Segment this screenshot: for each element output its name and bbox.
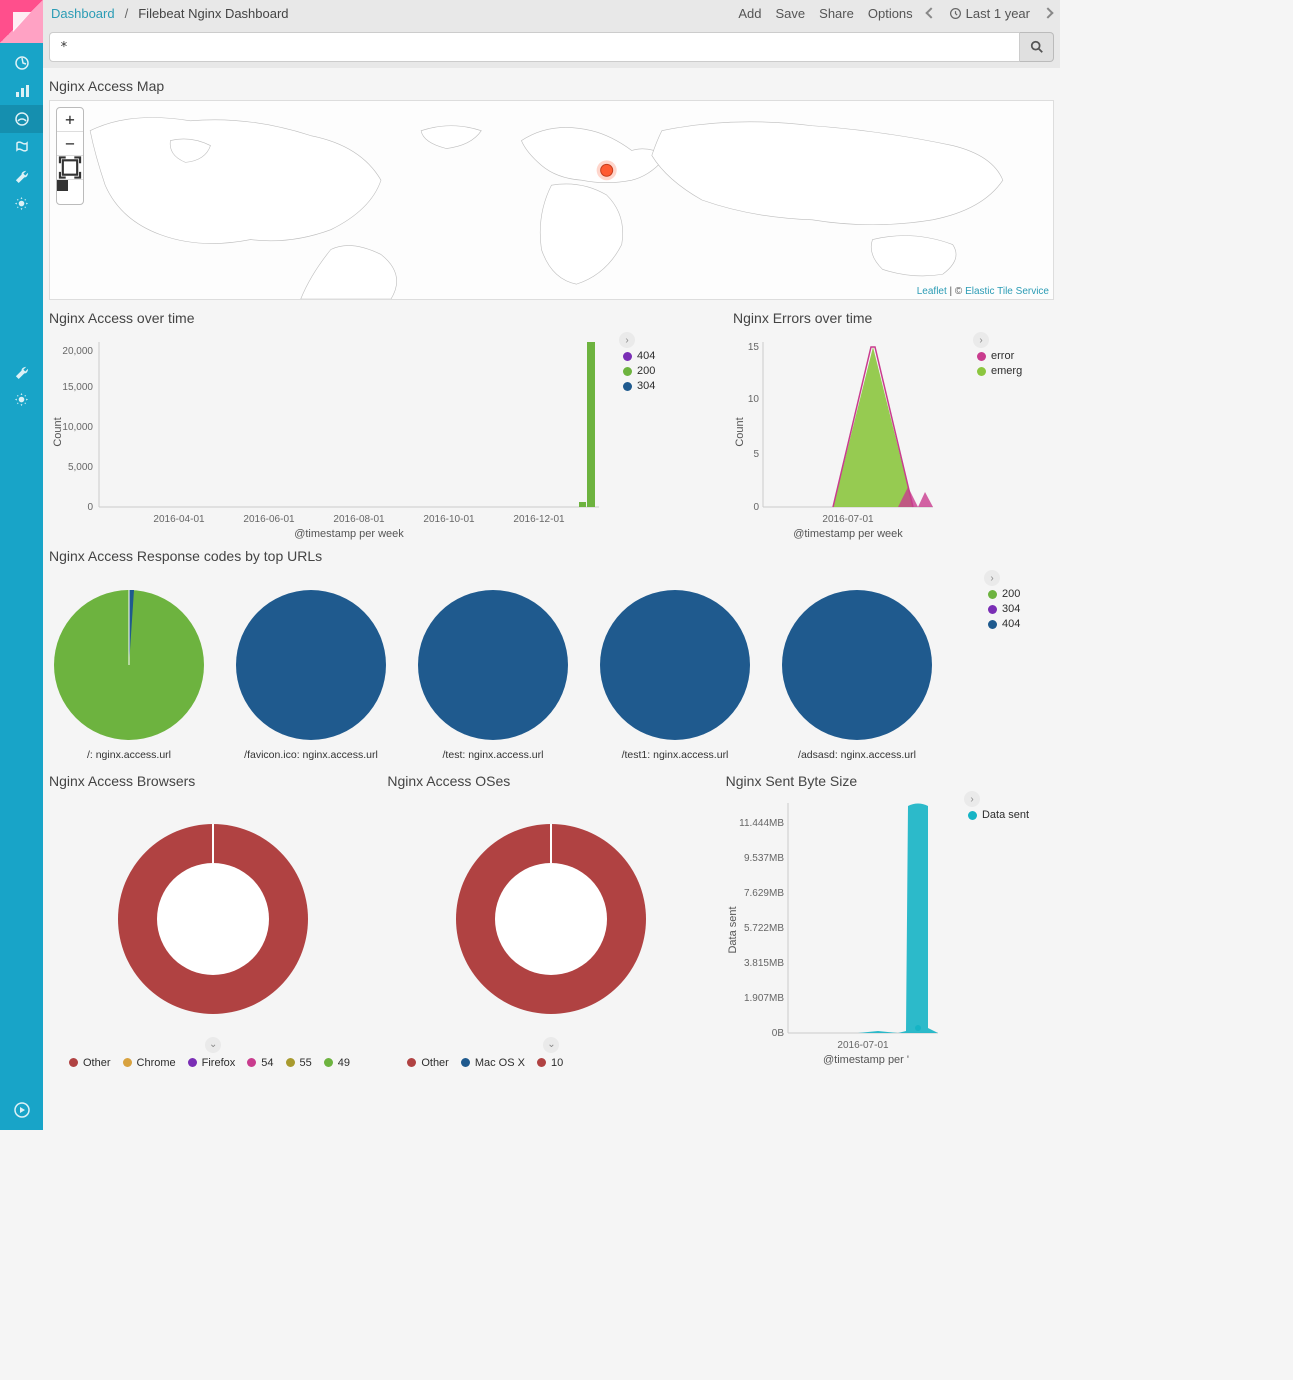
breadcrumb-sep: / xyxy=(125,6,129,21)
svg-text:2016-12-01: 2016-12-01 xyxy=(513,514,565,525)
search-button[interactable] xyxy=(1020,32,1054,62)
svg-text:3.815MB: 3.815MB xyxy=(744,958,784,969)
map-rect[interactable] xyxy=(57,180,83,204)
main-area: Dashboard / Filebeat Nginx Dashboard Add… xyxy=(43,0,1060,1130)
svg-text:1.907MB: 1.907MB xyxy=(744,993,784,1004)
svg-text:2016-06-01: 2016-06-01 xyxy=(243,514,295,525)
svg-text:2016-07-01: 2016-07-01 xyxy=(837,1040,889,1051)
kibana-logo[interactable] xyxy=(0,0,43,43)
access-legend: 404 200 304 xyxy=(619,348,689,392)
map-panel[interactable]: + − Leaflet | © Elastic Tile Service xyxy=(49,100,1054,300)
settings-icon[interactable] xyxy=(0,385,43,413)
svg-text:Count: Count xyxy=(734,417,746,446)
svg-text:15: 15 xyxy=(748,342,760,353)
time-prev-icon[interactable] xyxy=(925,7,936,18)
pie-root[interactable] xyxy=(52,588,207,743)
svg-text:2016-08-01: 2016-08-01 xyxy=(333,514,385,525)
breadcrumb-root[interactable]: Dashboard xyxy=(51,6,115,21)
clock-icon xyxy=(949,7,962,20)
legend-toggle[interactable]: › xyxy=(984,570,1000,586)
tools-icon[interactable] xyxy=(0,357,43,385)
pie-test[interactable] xyxy=(416,588,571,743)
svg-text:15,000: 15,000 xyxy=(62,382,93,393)
legend-toggle[interactable]: ⌄ xyxy=(205,1037,221,1053)
xlabel: @timestamp per week xyxy=(294,528,404,540)
legend-toggle[interactable]: › xyxy=(973,332,989,348)
map-title: Nginx Access Map xyxy=(49,78,1054,94)
respcodes-legend: 200 304 404 xyxy=(984,586,1054,630)
options-link[interactable]: Options xyxy=(868,6,913,21)
svg-text:@timestamp per week: @timestamp per week xyxy=(793,528,903,540)
svg-text:0B: 0B xyxy=(771,1028,784,1039)
svg-text:5.722MB: 5.722MB xyxy=(744,923,784,934)
svg-text:10: 10 xyxy=(748,394,760,405)
legend-toggle[interactable]: › xyxy=(964,791,980,807)
search-icon xyxy=(1030,40,1044,54)
add-link[interactable]: Add xyxy=(738,6,761,21)
oses-donut[interactable] xyxy=(441,809,661,1029)
map-attribution: Leaflet | © Elastic Tile Service xyxy=(917,286,1049,297)
svg-text:@timestamp per ': @timestamp per ' xyxy=(823,1054,909,1065)
dashboard-icon[interactable] xyxy=(0,105,43,133)
access-time-chart[interactable]: Count 0 5,000 10,000 15,000 20,000 2016-… xyxy=(49,332,619,542)
svg-text:10,000: 10,000 xyxy=(62,422,93,433)
browsers-title: Nginx Access Browsers xyxy=(49,773,377,789)
svg-text:5,000: 5,000 xyxy=(68,462,93,473)
oses-legend: Other Mac OS X 10 xyxy=(387,1053,715,1069)
tiles-link[interactable]: Elastic Tile Service xyxy=(965,286,1049,297)
map-zoom-in[interactable]: + xyxy=(57,108,83,132)
visualize-icon[interactable] xyxy=(0,77,43,105)
svg-text:5: 5 xyxy=(753,449,759,460)
world-map xyxy=(50,101,1053,299)
svg-text:2016-10-01: 2016-10-01 xyxy=(423,514,475,525)
svg-text:Data sent: Data sent xyxy=(727,906,739,953)
browsers-legend: Other Chrome Firefox 54 55 49 xyxy=(49,1053,377,1069)
access-time-title: Nginx Access over time xyxy=(49,310,723,326)
devtools-icon[interactable] xyxy=(0,161,43,189)
svg-text:0: 0 xyxy=(87,502,93,513)
errors-time-title: Nginx Errors over time xyxy=(733,310,1054,326)
timelion-icon[interactable] xyxy=(0,133,43,161)
bytes-title: Nginx Sent Byte Size xyxy=(726,773,964,789)
map-fit[interactable] xyxy=(57,156,83,180)
errors-legend: error emerg xyxy=(973,348,1053,377)
topbar: Dashboard / Filebeat Nginx Dashboard Add… xyxy=(43,0,1060,26)
pie-adsasd[interactable] xyxy=(780,588,935,743)
oses-title: Nginx Access OSes xyxy=(387,773,715,789)
svg-text:9.537MB: 9.537MB xyxy=(744,853,784,864)
discover-icon[interactable] xyxy=(0,49,43,77)
pie-favicon[interactable] xyxy=(234,588,389,743)
collapse-icon[interactable] xyxy=(0,1096,43,1124)
time-range-label: Last 1 year xyxy=(966,6,1030,21)
query-input[interactable] xyxy=(49,32,1020,62)
respcodes-pies: /: nginx.access.url /favicon.ico: nginx.… xyxy=(49,570,984,761)
bytes-legend: Data sent xyxy=(964,807,1054,821)
time-next-icon[interactable] xyxy=(1042,7,1053,18)
app-sidebar xyxy=(0,0,43,1130)
svg-text:20,000: 20,000 xyxy=(62,346,93,357)
map-controls: + − xyxy=(56,107,84,205)
svg-text:2016-04-01: 2016-04-01 xyxy=(153,514,205,525)
leaflet-link[interactable]: Leaflet xyxy=(917,286,947,297)
svg-text:0: 0 xyxy=(753,502,759,513)
svg-text:11.444MB: 11.444MB xyxy=(739,818,784,829)
errors-time-chart[interactable]: Count 0 5 10 15 2016-07-01 xyxy=(733,332,973,542)
respcodes-title: Nginx Access Response codes by top URLs xyxy=(49,548,1054,564)
breadcrumb-current: Filebeat Nginx Dashboard xyxy=(138,6,288,21)
save-link[interactable]: Save xyxy=(776,6,806,21)
svg-text:2016-07-01: 2016-07-01 xyxy=(822,514,874,525)
management-icon[interactable] xyxy=(0,189,43,217)
bytes-chart[interactable]: Data sent 0B 1.907MB 3.815MB 5.722MB 7.6… xyxy=(726,795,956,1065)
share-link[interactable]: Share xyxy=(819,6,854,21)
pie-test1[interactable] xyxy=(598,588,753,743)
legend-toggle[interactable]: ⌄ xyxy=(543,1037,559,1053)
map-zoom-out[interactable]: − xyxy=(57,132,83,156)
query-row xyxy=(43,26,1060,68)
browsers-donut[interactable] xyxy=(103,809,323,1029)
legend-toggle[interactable]: › xyxy=(619,332,635,348)
time-picker[interactable]: Last 1 year xyxy=(949,6,1030,21)
svg-text:7.629MB: 7.629MB xyxy=(744,888,784,899)
